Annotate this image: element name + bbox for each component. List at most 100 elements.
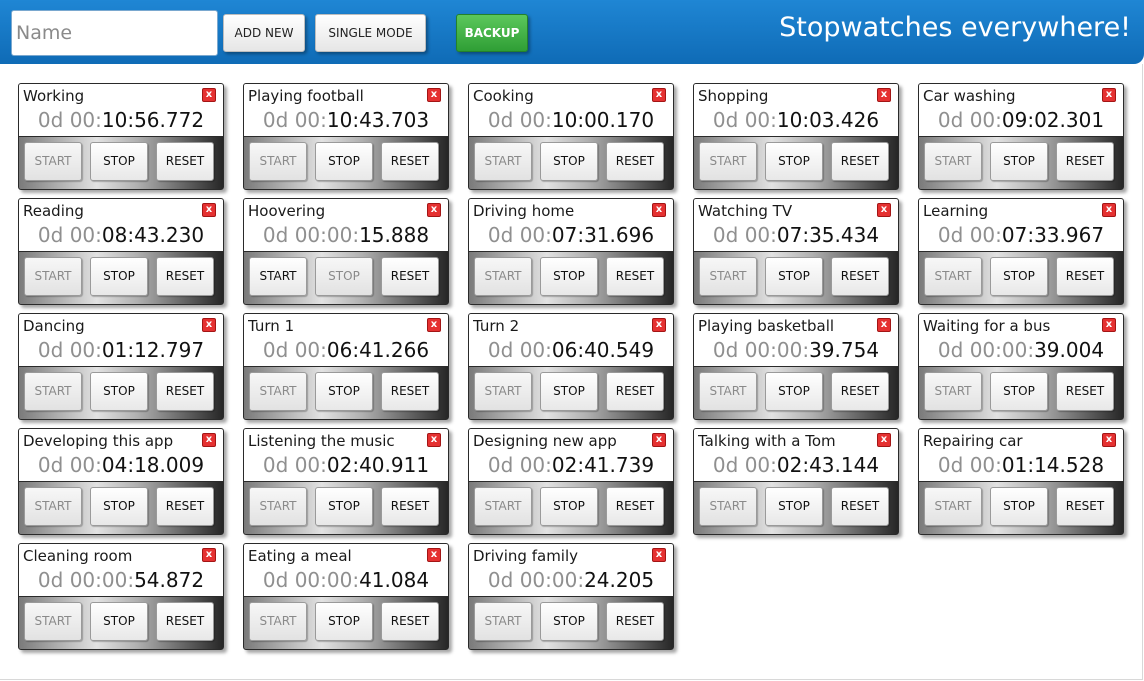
reset-button[interactable]: RESET xyxy=(156,602,214,641)
start-button[interactable]: START xyxy=(699,142,757,181)
start-button[interactable]: START xyxy=(699,372,757,411)
close-icon[interactable]: x xyxy=(1102,203,1116,217)
single-mode-button[interactable]: SINGLE MODE xyxy=(315,14,426,52)
close-icon[interactable]: x xyxy=(652,548,666,562)
close-icon[interactable]: x xyxy=(877,88,891,102)
name-input[interactable] xyxy=(11,10,218,56)
close-icon[interactable]: x xyxy=(427,548,441,562)
start-button[interactable]: START xyxy=(474,602,532,641)
close-icon[interactable]: x xyxy=(1102,88,1116,102)
stop-button[interactable]: STOP xyxy=(765,142,823,181)
reset-button[interactable]: RESET xyxy=(381,142,439,181)
reset-button[interactable]: RESET xyxy=(156,372,214,411)
start-button[interactable]: START xyxy=(24,602,82,641)
start-button[interactable]: START xyxy=(24,487,82,526)
stop-button[interactable]: STOP xyxy=(315,142,373,181)
stop-button[interactable]: STOP xyxy=(90,257,148,296)
reset-button[interactable]: RESET xyxy=(606,257,664,296)
start-button[interactable]: START xyxy=(699,257,757,296)
stop-button[interactable]: STOP xyxy=(990,257,1048,296)
start-button[interactable]: START xyxy=(924,142,982,181)
start-button[interactable]: START xyxy=(474,142,532,181)
start-button[interactable]: START xyxy=(249,257,307,296)
start-button[interactable]: START xyxy=(24,257,82,296)
close-icon[interactable]: x xyxy=(877,433,891,447)
stop-button[interactable]: STOP xyxy=(90,602,148,641)
close-icon[interactable]: x xyxy=(652,433,666,447)
reset-button[interactable]: RESET xyxy=(606,372,664,411)
start-button[interactable]: START xyxy=(699,487,757,526)
close-icon[interactable]: x xyxy=(427,318,441,332)
stop-button[interactable]: STOP xyxy=(765,372,823,411)
stop-button[interactable]: STOP xyxy=(540,372,598,411)
reset-button[interactable]: RESET xyxy=(156,142,214,181)
stop-button[interactable]: STOP xyxy=(315,487,373,526)
reset-button[interactable]: RESET xyxy=(831,372,889,411)
stop-button[interactable]: STOP xyxy=(540,142,598,181)
stop-button[interactable]: STOP xyxy=(765,257,823,296)
reset-button[interactable]: RESET xyxy=(1056,487,1114,526)
reset-button[interactable]: RESET xyxy=(156,487,214,526)
close-icon[interactable]: x xyxy=(202,433,216,447)
close-icon[interactable]: x xyxy=(652,318,666,332)
start-button[interactable]: START xyxy=(249,602,307,641)
close-icon[interactable]: x xyxy=(202,548,216,562)
reset-button[interactable]: RESET xyxy=(1056,142,1114,181)
stop-button[interactable]: STOP xyxy=(315,602,373,641)
stop-button[interactable]: STOP xyxy=(90,142,148,181)
start-button[interactable]: START xyxy=(474,372,532,411)
stop-button[interactable]: STOP xyxy=(315,372,373,411)
reset-button[interactable]: RESET xyxy=(381,602,439,641)
start-button[interactable]: START xyxy=(474,487,532,526)
close-icon[interactable]: x xyxy=(877,203,891,217)
start-button[interactable]: START xyxy=(24,142,82,181)
close-icon[interactable]: x xyxy=(427,203,441,217)
stop-button[interactable]: STOP xyxy=(540,257,598,296)
close-icon[interactable]: x xyxy=(427,433,441,447)
reset-button[interactable]: RESET xyxy=(831,142,889,181)
start-button[interactable]: START xyxy=(249,487,307,526)
close-icon[interactable]: x xyxy=(202,318,216,332)
reset-button[interactable]: RESET xyxy=(606,602,664,641)
stop-button[interactable]: STOP xyxy=(765,487,823,526)
reset-button[interactable]: RESET xyxy=(381,372,439,411)
start-button[interactable]: START xyxy=(924,372,982,411)
time-prefix: 0d 00:00: xyxy=(262,568,360,592)
close-icon[interactable]: x xyxy=(1102,433,1116,447)
reset-button[interactable]: RESET xyxy=(831,487,889,526)
backup-button[interactable]: BACKUP xyxy=(456,14,528,52)
start-button[interactable]: START xyxy=(24,372,82,411)
start-button[interactable]: START xyxy=(249,372,307,411)
close-icon[interactable]: x xyxy=(877,318,891,332)
stop-button[interactable]: STOP xyxy=(990,142,1048,181)
start-button[interactable]: START xyxy=(249,142,307,181)
close-icon[interactable]: x xyxy=(652,203,666,217)
stop-button[interactable]: STOP xyxy=(540,602,598,641)
close-icon[interactable]: x xyxy=(652,88,666,102)
reset-button[interactable]: RESET xyxy=(606,487,664,526)
add-new-button[interactable]: ADD NEW xyxy=(223,14,305,52)
start-button[interactable]: START xyxy=(474,257,532,296)
stop-button[interactable]: STOP xyxy=(90,372,148,411)
close-icon[interactable]: x xyxy=(202,88,216,102)
stop-button[interactable]: STOP xyxy=(540,487,598,526)
reset-button[interactable]: RESET xyxy=(831,257,889,296)
reset-button[interactable]: RESET xyxy=(381,257,439,296)
reset-button[interactable]: RESET xyxy=(606,142,664,181)
stop-button[interactable]: STOP xyxy=(990,372,1048,411)
stop-button[interactable]: STOP xyxy=(990,487,1048,526)
reset-button[interactable]: RESET xyxy=(1056,257,1114,296)
stopwatch-time: 0d 00:00:24.205 xyxy=(469,567,673,593)
stopwatch-card: Car washing x 0d 00:09:02.301 START STOP RESE… xyxy=(918,83,1124,190)
close-icon[interactable]: x xyxy=(202,203,216,217)
reset-button[interactable]: RESET xyxy=(381,487,439,526)
stop-button[interactable]: STOP xyxy=(315,257,373,296)
close-icon[interactable]: x xyxy=(427,88,441,102)
reset-button[interactable]: RESET xyxy=(156,257,214,296)
reset-button[interactable]: RESET xyxy=(1056,372,1114,411)
stop-button[interactable]: STOP xyxy=(90,487,148,526)
stopwatch-header: Cleaning room x 0d 00:00:54.872 xyxy=(19,544,223,597)
start-button[interactable]: START xyxy=(924,257,982,296)
close-icon[interactable]: x xyxy=(1102,318,1116,332)
start-button[interactable]: START xyxy=(924,487,982,526)
